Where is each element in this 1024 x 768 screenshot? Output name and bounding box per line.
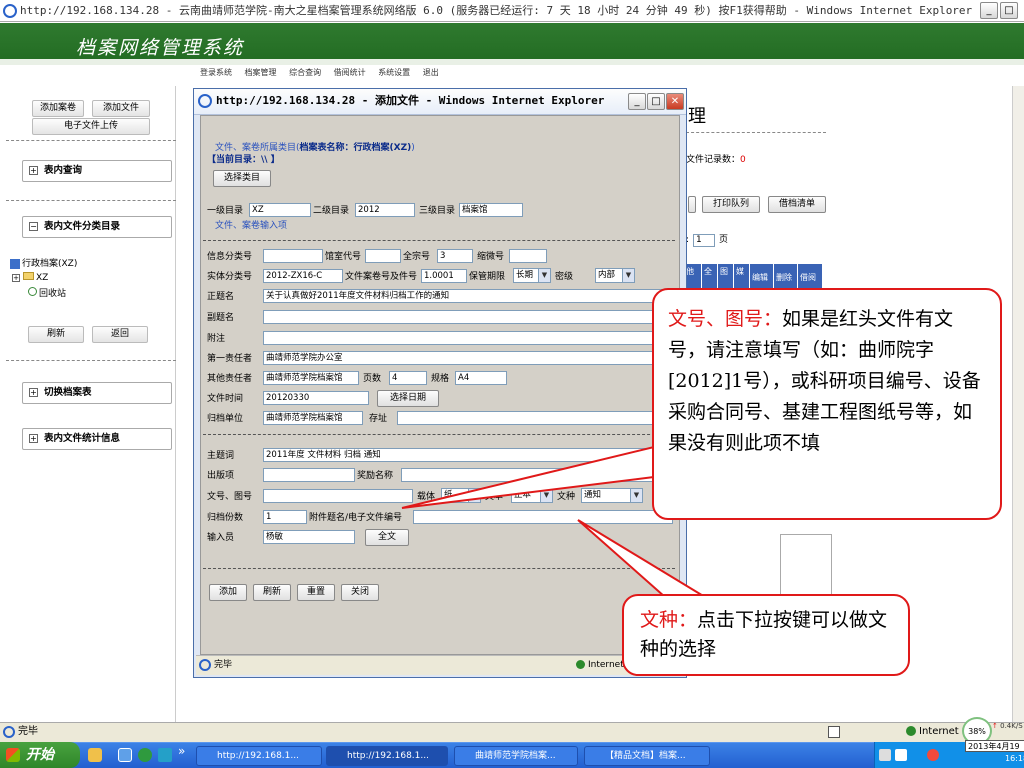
- page-done-icon: [3, 726, 15, 738]
- taskbar-button-ie-1[interactable]: http://192.168.1...: [196, 746, 322, 766]
- doc-no-callout-title: 文号、图号：: [668, 308, 783, 330]
- tray-date: 2013年4月19: [965, 740, 1024, 752]
- keyboard-icon[interactable]: [879, 749, 891, 761]
- status-zone: Internet: [906, 723, 959, 741]
- doc-type-callout-pointer: [577, 519, 709, 598]
- quicklaunch-overflow[interactable]: »: [178, 744, 185, 758]
- stop-icon[interactable]: [927, 749, 939, 761]
- doc-no-callout-pointer: [401, 445, 655, 509]
- doc-type-callout: 文种：点击下拉按键可以做文种的选择: [622, 594, 910, 676]
- status-text: 完毕: [18, 726, 38, 737]
- taskbar-button-doc-1[interactable]: 曲靖师范学院档案...: [454, 746, 578, 766]
- statusbar: 完毕 Internet 38% ↑ 0.4K/S: [0, 717, 1024, 745]
- taskbar-button-doc-2[interactable]: 【精品文档】档案...: [584, 746, 710, 766]
- quicklaunch-icon[interactable]: [88, 748, 102, 762]
- globe-icon: [906, 726, 916, 736]
- quicklaunch-app-icon[interactable]: [158, 748, 172, 762]
- start-button[interactable]: 开始: [0, 742, 80, 768]
- windows-logo-icon: [6, 748, 20, 762]
- system-tray: 2013年4月19 16:18: [874, 740, 1024, 768]
- doc-type-callout-title: 文种：: [640, 609, 698, 631]
- taskbar-button-ie-2[interactable]: http://192.168.1...: [326, 746, 448, 766]
- tray-time: 16:18: [1005, 754, 1024, 763]
- doc-no-callout: 文号、图号：如果是红头文件有文号，请注意填写（如：曲师院字[2012]1号），或…: [652, 288, 1002, 520]
- help-icon[interactable]: [895, 749, 907, 761]
- quicklaunch-browser-icon[interactable]: [138, 748, 152, 762]
- net-speed: ↑ 0.4K/S: [992, 722, 1023, 730]
- arrow-up-icon: ↑: [992, 722, 998, 730]
- security-icon: [828, 726, 840, 738]
- quicklaunch-ie-icon[interactable]: [118, 748, 132, 762]
